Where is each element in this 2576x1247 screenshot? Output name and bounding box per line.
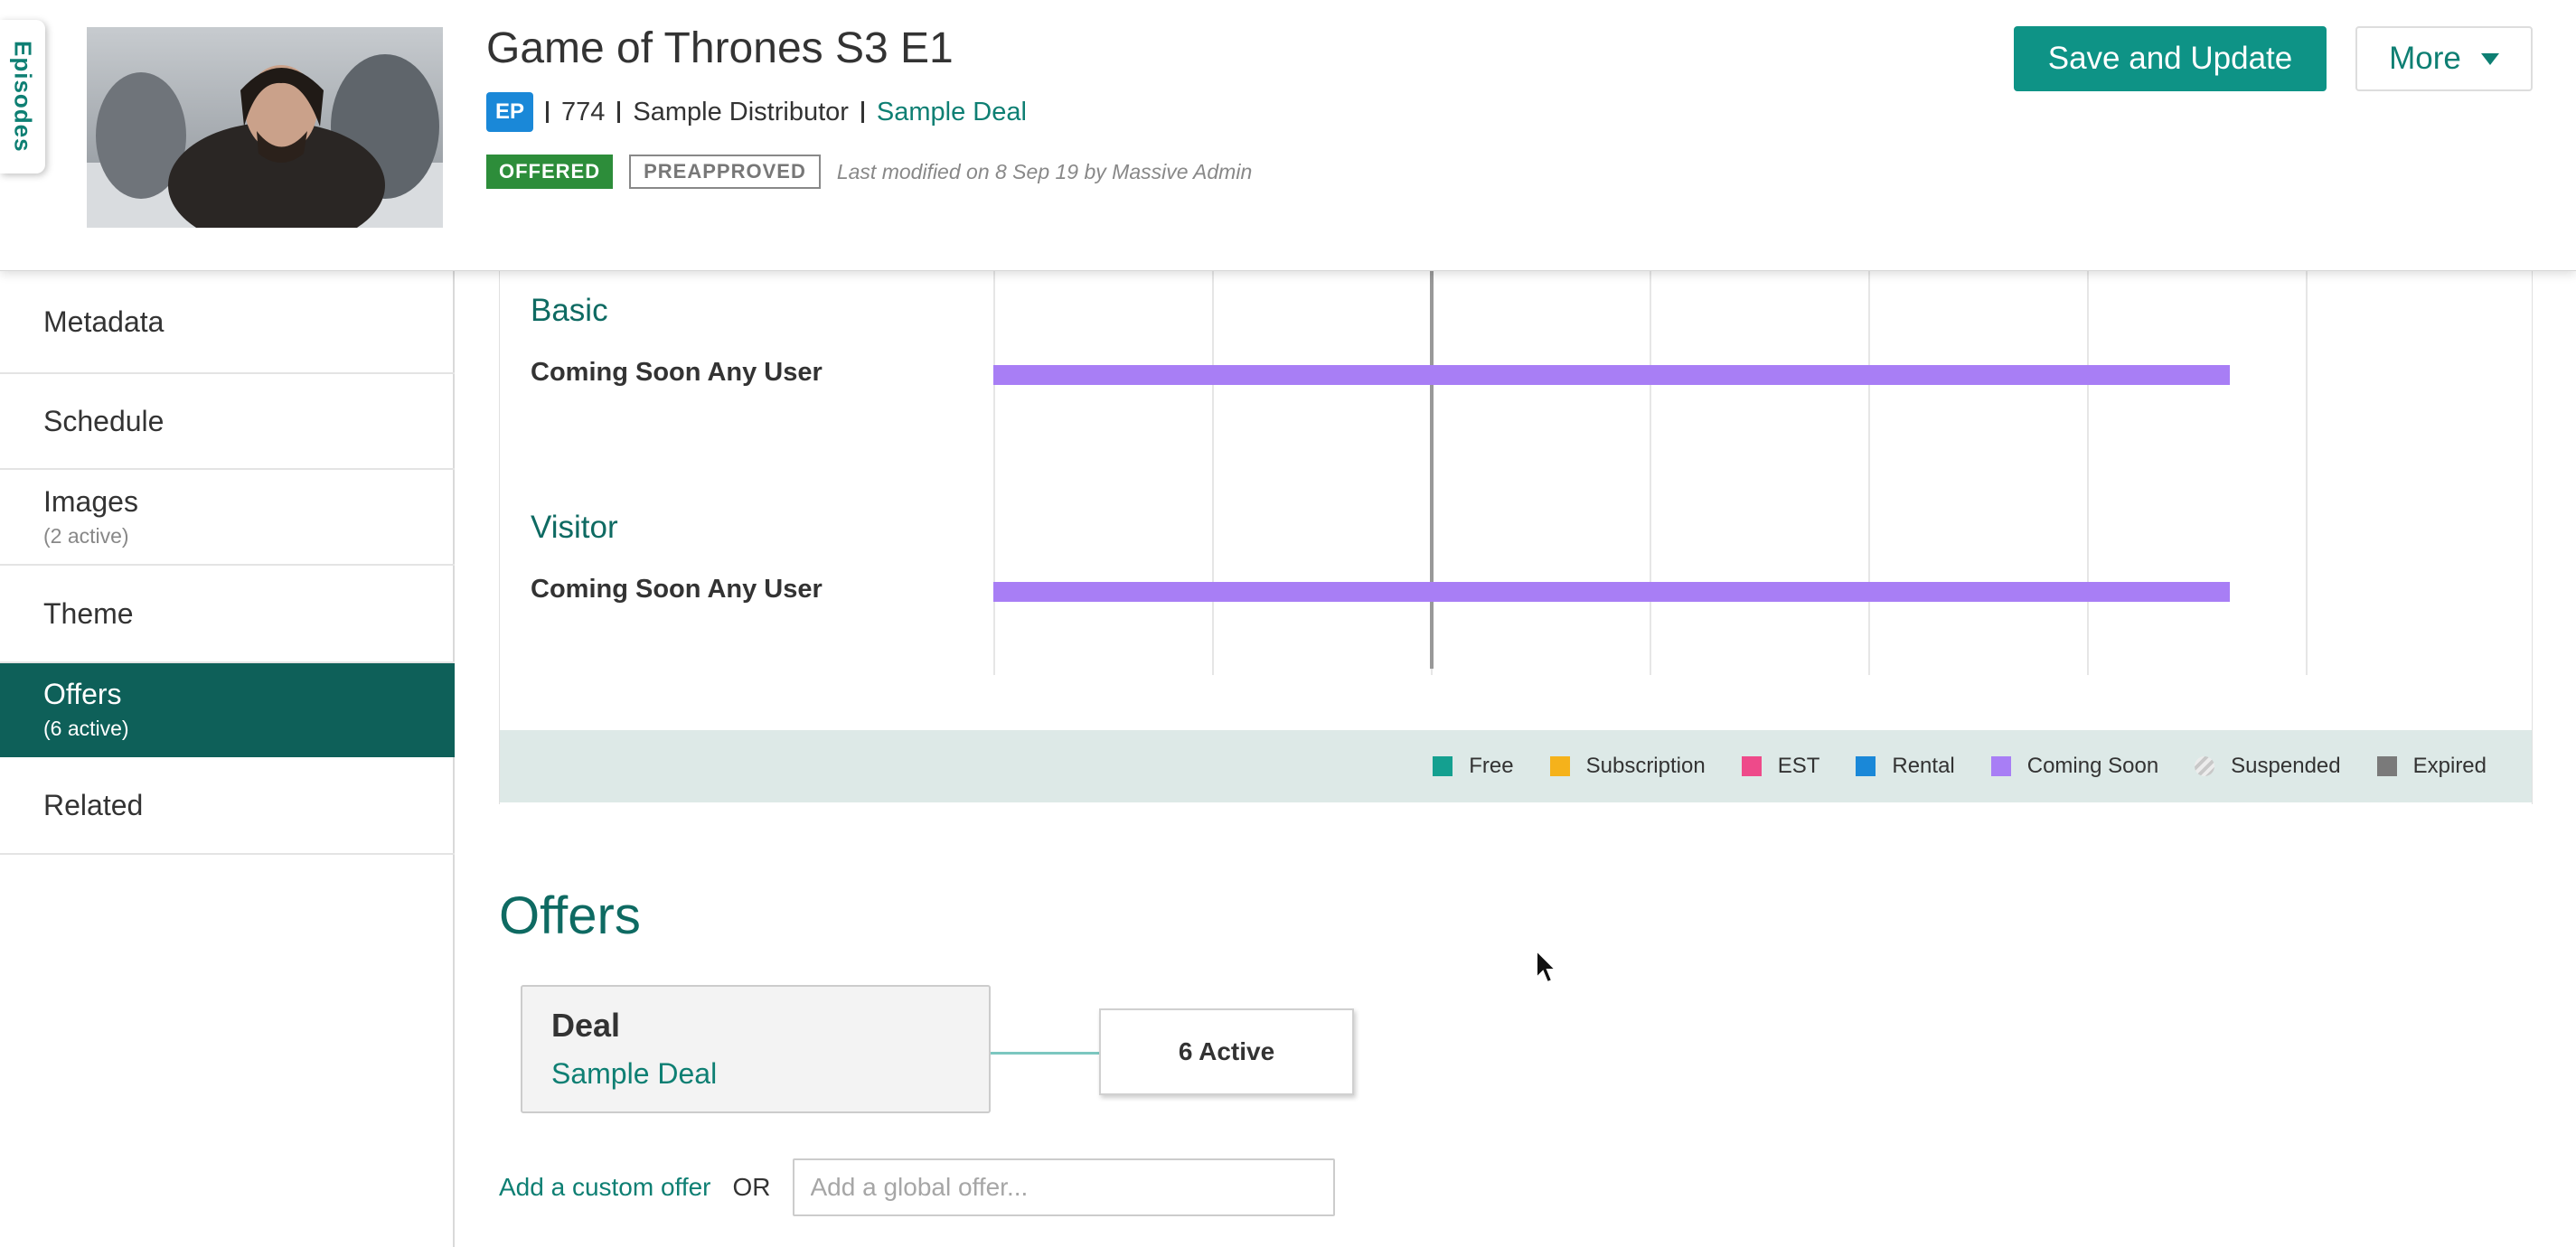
last-modified-text: Last modified on 8 Sep 19 by Massive Adm… <box>836 159 1253 183</box>
status-badge-preapproved: PREAPPROVED <box>629 155 821 189</box>
caret-down-icon <box>2480 52 2499 65</box>
legend-swatch <box>1856 756 1876 776</box>
sidebar-item-label: Metadata <box>43 305 165 338</box>
separator <box>617 101 621 123</box>
add-offer-row: Add a custom offer OR <box>499 1158 1335 1216</box>
legend-label: Expired <box>2412 754 2487 778</box>
legend-item-suspended: Suspended <box>2195 754 2341 779</box>
sidebar-item-metadata[interactable]: Metadata <box>0 271 455 374</box>
sidebar-item-schedule[interactable]: Schedule <box>0 374 455 470</box>
add-custom-offer-link[interactable]: Add a custom offer <box>499 1173 711 1202</box>
mouse-cursor-icon <box>1536 949 1558 984</box>
legend-item-rental: Rental <box>1856 754 1955 779</box>
timeline-legend: Free Subscription EST Rental Coming Soon… <box>500 730 2532 802</box>
legend-label: EST <box>1777 754 1820 778</box>
status-badge-offered: OFFERED <box>486 155 614 189</box>
legend-swatch <box>1741 756 1762 776</box>
deal-card-link[interactable]: Sample Deal <box>551 1057 960 1091</box>
deal-connector-line <box>991 1052 1099 1055</box>
sidebar-item-theme[interactable]: Theme <box>0 566 455 663</box>
legend-swatch <box>1433 756 1453 776</box>
deal-card[interactable]: Deal Sample Deal <box>521 985 991 1113</box>
timeline-gridline <box>2306 271 2308 675</box>
legend-swatch <box>1990 756 2011 776</box>
timeline-bar-coming-soon[interactable] <box>993 365 2230 385</box>
timeline-gridline <box>2087 271 2089 675</box>
separator <box>546 101 549 123</box>
deal-card-title: Deal <box>551 1007 621 1044</box>
deal-link[interactable]: Sample Deal <box>877 98 1027 127</box>
sidebar-nav: Metadata Schedule Images (2 active) Them… <box>0 271 455 1247</box>
sidebar-item-count: (6 active) <box>43 717 129 740</box>
legend-label: Suspended <box>2231 754 2341 778</box>
more-button[interactable]: More <box>2355 26 2533 91</box>
timeline-row-label: Coming Soon Any User <box>531 358 823 387</box>
global-offer-input[interactable] <box>792 1158 1335 1216</box>
timeline-group-title: Basic <box>531 293 608 328</box>
sidebar-item-label: Offers <box>43 678 122 710</box>
timeline-group-title: Visitor <box>531 510 618 545</box>
offers-timeline: Basic Coming Soon Any User Visitor Comin… <box>499 271 2533 804</box>
sidebar-item-offers[interactable]: Offers (6 active) <box>0 663 455 757</box>
episode-thumbnail <box>87 27 443 228</box>
timeline-gridline <box>993 271 995 675</box>
episodes-tab-label: Episodes <box>9 41 37 153</box>
timeline-row-label: Coming Soon Any User <box>531 575 823 604</box>
legend-label: Coming Soon <box>2026 754 2159 778</box>
sidebar-item-images[interactable]: Images (2 active) <box>0 470 455 566</box>
legend-item-est: EST <box>1741 754 1820 779</box>
legend-swatch <box>1549 756 1570 776</box>
legend-label: Rental <box>1892 754 1955 778</box>
distributor-name: Sample Distributor <box>633 97 849 127</box>
sidebar-item-related[interactable]: Related <box>0 757 455 855</box>
type-badge: EP <box>486 92 533 132</box>
sidebar-item-label: Schedule <box>43 404 165 437</box>
legend-item-subscription: Subscription <box>1549 754 1706 779</box>
timeline-gridline <box>1868 271 1870 675</box>
episode-thumbnail-image <box>87 27 443 228</box>
or-separator: OR <box>732 1173 771 1201</box>
separator <box>860 101 864 123</box>
offers-section-title: Offers <box>499 886 641 945</box>
legend-swatch <box>2195 756 2215 776</box>
active-offers-node[interactable]: 6 Active <box>1099 1008 1354 1095</box>
sidebar-item-count: (2 active) <box>43 524 129 548</box>
meta-row: EP 774 Sample Distributor Sample Deal <box>486 90 1027 134</box>
sidebar-item-label: Theme <box>43 596 134 630</box>
legend-label: Free <box>1469 754 1514 778</box>
more-button-label: More <box>2389 41 2461 76</box>
legend-item-coming-soon: Coming Soon <box>1990 754 2159 779</box>
status-row: OFFERED PREAPPROVED Last modified on 8 S… <box>486 155 1252 189</box>
sidebar-item-label: Images <box>43 485 138 518</box>
episodes-tab[interactable]: Episodes <box>0 20 45 173</box>
page-title: Game of Thrones S3 E1 <box>486 24 954 72</box>
legend-label: Subscription <box>1585 754 1706 778</box>
timeline-gridline <box>1650 271 1651 675</box>
sidebar-item-label: Related <box>43 788 144 821</box>
content-header: Episodes Game of Thrones S3 E1 EP 774 Sa… <box>0 0 2576 271</box>
timeline-today-marker <box>1430 271 1434 669</box>
legend-item-expired: Expired <box>2376 754 2487 779</box>
legend-swatch <box>2376 756 2397 776</box>
timeline-bar-coming-soon[interactable] <box>993 582 2230 602</box>
save-and-update-button[interactable]: Save and Update <box>2014 26 2327 91</box>
content-id: 774 <box>561 97 606 127</box>
legend-item-free: Free <box>1433 754 1514 779</box>
timeline-gridline <box>1212 271 1214 675</box>
